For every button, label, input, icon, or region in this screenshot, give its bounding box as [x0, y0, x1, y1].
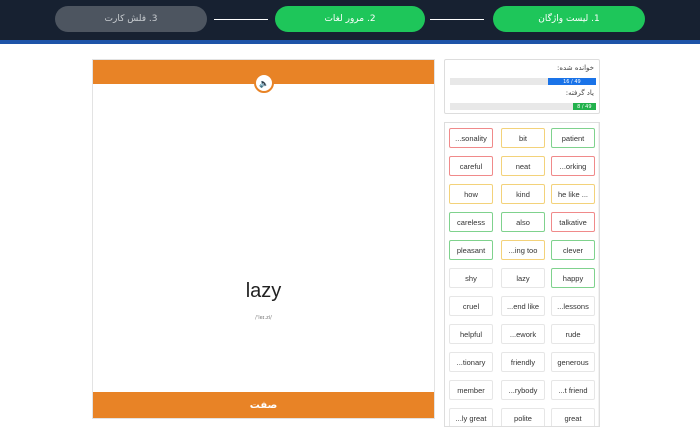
- word-chip[interactable]: clever: [551, 240, 595, 260]
- word-chip[interactable]: ...end like: [501, 296, 545, 316]
- word-chip[interactable]: pleasant: [449, 240, 493, 260]
- word-chip[interactable]: member: [449, 380, 493, 400]
- step-word-list[interactable]: 1. لیست واژگان: [493, 6, 645, 32]
- word-chip[interactable]: kind: [501, 184, 545, 204]
- word-chip[interactable]: ...tionary: [449, 352, 493, 372]
- word-chip[interactable]: cruel: [449, 296, 493, 316]
- word-chip[interactable]: shy: [449, 268, 493, 288]
- progress-panel: خوانده شده: 16 / 49 یاد گرفته: 8 / 49: [444, 59, 600, 114]
- word-chip[interactable]: talkative: [551, 212, 595, 232]
- read-progress-fill: 16 / 49: [547, 78, 596, 85]
- word-chip[interactable]: ...ly great: [449, 408, 493, 426]
- word-chip[interactable]: ...sonality: [449, 128, 493, 148]
- play-audio-button[interactable]: 🔈: [254, 73, 274, 93]
- word-chip[interactable]: also: [501, 212, 545, 232]
- word-chip[interactable]: generous: [551, 352, 595, 372]
- word-chip[interactable]: neat: [501, 156, 545, 176]
- word-chip[interactable]: great: [551, 408, 595, 426]
- word-chip[interactable]: careless: [449, 212, 493, 232]
- step-connector: [214, 19, 268, 20]
- word-chip[interactable]: ...ework: [501, 324, 545, 344]
- card-word: lazy: [245, 280, 282, 302]
- read-progress-bar: 16 / 49: [450, 78, 596, 85]
- word-chip[interactable]: careful: [449, 156, 493, 176]
- word-chip[interactable]: ...rybody: [501, 380, 545, 400]
- read-label: خوانده شده:: [557, 64, 594, 72]
- word-chip[interactable]: rude: [551, 324, 595, 344]
- word-chip[interactable]: friendly: [501, 352, 545, 372]
- word-list-scrollbar[interactable]: [598, 123, 599, 426]
- word-chip[interactable]: ...lessons: [551, 296, 595, 316]
- flash-card: 🔈 lazy /ˈleɪ.zi/ صفت: [92, 59, 435, 419]
- learned-label: یاد گرفته:: [565, 89, 594, 97]
- word-chip[interactable]: polite: [501, 408, 545, 426]
- learned-progress-fill: 8 / 49: [572, 103, 596, 110]
- word-chip[interactable]: ...orking: [551, 156, 595, 176]
- card-phonetic: /ˈleɪ.zi/: [255, 315, 272, 321]
- word-chip[interactable]: helpful: [449, 324, 493, 344]
- speaker-icon: 🔈: [259, 78, 269, 88]
- part-of-speech-button[interactable]: صفت: [93, 392, 434, 418]
- word-chip[interactable]: ...t friend: [551, 380, 595, 400]
- word-chip[interactable]: how: [449, 184, 493, 204]
- word-chip[interactable]: lazy: [501, 268, 545, 288]
- word-chip[interactable]: happy: [551, 268, 595, 288]
- word-chip[interactable]: patient: [551, 128, 595, 148]
- word-chip[interactable]: ...ing too: [501, 240, 545, 260]
- word-chip[interactable]: he like ...: [551, 184, 595, 204]
- step-review-words[interactable]: 2. مرور لغات: [275, 6, 425, 32]
- step-connector: [430, 19, 484, 20]
- word-list-panel: patient bit ...sonality ...orking neat carefu…: [444, 122, 600, 427]
- header-accent-line: [0, 40, 700, 44]
- learned-progress-bar: 8 / 49: [450, 103, 596, 110]
- word-chip[interactable]: bit: [501, 128, 545, 148]
- step-flash-card[interactable]: 3. فلش کارت: [55, 6, 207, 32]
